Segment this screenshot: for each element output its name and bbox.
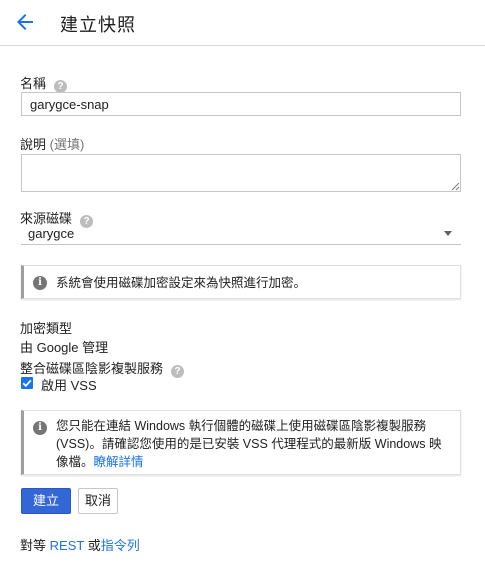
dropdown-arrow-icon: [444, 231, 452, 236]
source-disk-select[interactable]: garygce: [21, 223, 461, 245]
vss-help-icon[interactable]: ?: [171, 365, 185, 378]
description-label: 說明 (選填): [20, 134, 84, 153]
description-label-text: 說明: [20, 137, 47, 152]
cancel-button[interactable]: 取消: [78, 488, 118, 514]
learn-more-link[interactable]: 瞭解詳情: [94, 455, 144, 469]
description-textarea[interactable]: [21, 154, 461, 192]
name-input[interactable]: [21, 92, 461, 116]
vss-info-text: 您只能在連結 Windows 執行個體的磁碟上使用磁碟區陰影複製服務 (VSS)…: [56, 417, 448, 471]
footer-prefix: 對等: [20, 538, 47, 553]
check-icon: [22, 379, 32, 388]
encryption-type-label: 加密類型: [20, 321, 73, 336]
info-icon: i: [33, 276, 47, 290]
enable-vss-checkbox[interactable]: [21, 377, 33, 389]
source-disk-value: garygce: [28, 226, 75, 241]
encryption-info-box: i 系統會使用磁碟加密設定來為快照進行加密。: [21, 265, 461, 299]
encryption-info-text: 系統會使用磁碟加密設定來為快照進行加密。: [56, 276, 307, 290]
name-label-text: 名稱: [20, 76, 47, 91]
equivalent-footer: 對等 REST 或指令列: [20, 535, 140, 554]
arrow-back-icon[interactable]: [13, 10, 37, 34]
enable-vss-label[interactable]: 啟用 VSS: [41, 375, 97, 394]
rest-link[interactable]: REST: [50, 538, 84, 553]
vss-info-box: i 您只能在連結 Windows 執行個體的磁碟上使用磁碟區陰影複製服務 (VS…: [21, 410, 461, 475]
footer-or: 或: [87, 538, 101, 553]
page-header: 建立快照: [0, 0, 485, 46]
page-title: 建立快照: [60, 15, 136, 35]
encryption-type-value: 由 Google 管理: [20, 340, 109, 355]
vss-label-text: 整合磁碟區陰影複製服務: [20, 361, 164, 376]
create-button[interactable]: 建立: [21, 488, 71, 514]
command-line-link[interactable]: 指令列: [101, 538, 140, 553]
name-label: 名稱?: [20, 73, 68, 93]
description-optional-text: (選填): [49, 137, 85, 152]
info-icon: i: [33, 421, 47, 435]
